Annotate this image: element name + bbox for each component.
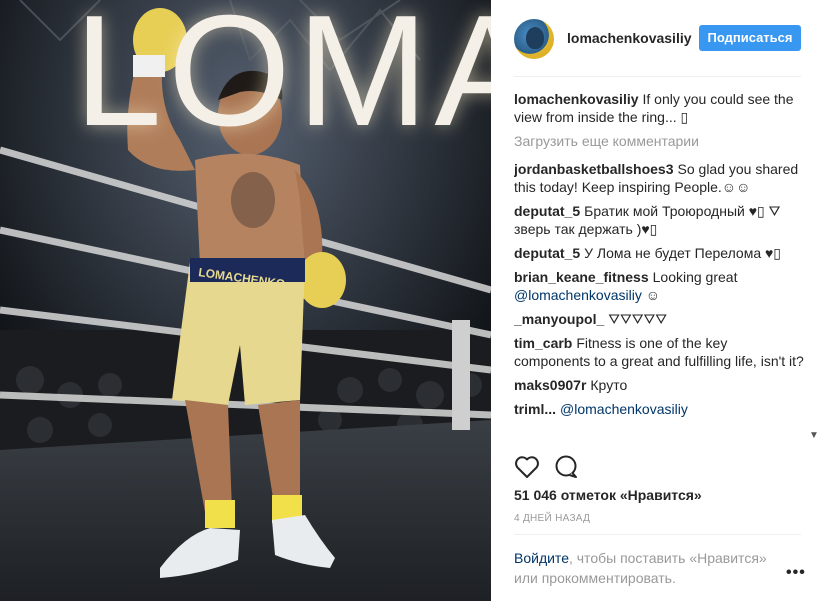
comment-item: brian_keane_fitness Looking great @lomach… xyxy=(514,268,806,304)
comment-text: ⛛⛛⛛⛛⛛ xyxy=(608,311,668,327)
comment-username[interactable]: deputat_5 xyxy=(514,203,580,219)
comment-item: _manyoupol_ ⛛⛛⛛⛛⛛ xyxy=(514,310,806,328)
caption-username[interactable]: lomachenkovasiliy xyxy=(514,91,639,107)
comment-item: maks0907r Круто xyxy=(514,376,806,394)
comment-text-after: ☺ xyxy=(641,287,661,303)
comment-item: deputat_5 У Лома не будет Перелома ♥▯ xyxy=(514,244,806,262)
header-username[interactable]: lomachenkovasiliy xyxy=(567,30,692,46)
login-prompt: Войдите, чтобы поставить «Нравится» или … xyxy=(514,548,774,588)
comment-text: Looking great xyxy=(652,269,738,285)
footer-divider xyxy=(514,534,801,535)
post-sidebar: lomachenkovasiliy Подписаться lomachenko… xyxy=(491,0,823,601)
comment-username[interactable]: maks0907r xyxy=(514,377,586,393)
comment-icon[interactable] xyxy=(554,455,580,479)
comment-mention-link[interactable]: @lomachenkovasiliy xyxy=(560,401,688,417)
post-header: lomachenkovasiliy Подписаться xyxy=(491,0,823,76)
comment-item: deputat_5 Братик мой Троюродный ♥▯ ⛛ звер… xyxy=(514,202,806,238)
header-divider xyxy=(514,76,801,77)
post-date[interactable]: 4 ДНЕЙ НАЗАД xyxy=(514,513,590,524)
more-options-icon[interactable]: ••• xyxy=(786,564,806,582)
post-photo[interactable]: LOMA LOMACHENKO TOP RANK xyxy=(0,0,491,601)
comment-item: tim_carb Fitness is one of the key compon… xyxy=(514,334,806,370)
load-more-comments-link[interactable]: Загрузить еще комментарии xyxy=(514,132,806,150)
login-link[interactable]: Войдите xyxy=(514,550,569,566)
comment-username[interactable]: brian_keane_fitness xyxy=(514,269,649,285)
heart-icon[interactable] xyxy=(514,455,540,479)
comment-item: jordanbasketballshoes3 So glad you shared… xyxy=(514,160,806,196)
comment-username[interactable]: deputat_5 xyxy=(514,245,580,261)
caption: lomachenkovasiliy If only you could see t… xyxy=(514,90,806,126)
scroll-down-icon[interactable]: ▼ xyxy=(809,430,819,441)
comment-item: triml... @lomachenkovasiliy xyxy=(514,400,806,418)
overlay-title: LOMA xyxy=(74,0,491,159)
avatar-face xyxy=(526,27,544,49)
action-bar xyxy=(514,455,801,481)
comment-username[interactable]: _manyoupol_ xyxy=(514,311,604,327)
comment-username[interactable]: tim_carb xyxy=(514,335,572,351)
likes-count[interactable]: 51 046 отметок «Нравится» xyxy=(514,487,702,503)
comments-list[interactable]: lomachenkovasiliy If only you could see t… xyxy=(514,90,806,442)
comment-mention-link[interactable]: @lomachenkovasiliy xyxy=(514,287,642,303)
follow-button[interactable]: Подписаться xyxy=(699,25,801,51)
comment-username[interactable]: triml... xyxy=(514,401,556,417)
comment-username[interactable]: jordanbasketballshoes3 xyxy=(514,161,674,177)
comment-text: Круто xyxy=(590,377,628,393)
avatar[interactable] xyxy=(514,19,554,59)
comment-text: У Лома не будет Перелома ♥▯ xyxy=(584,245,782,261)
